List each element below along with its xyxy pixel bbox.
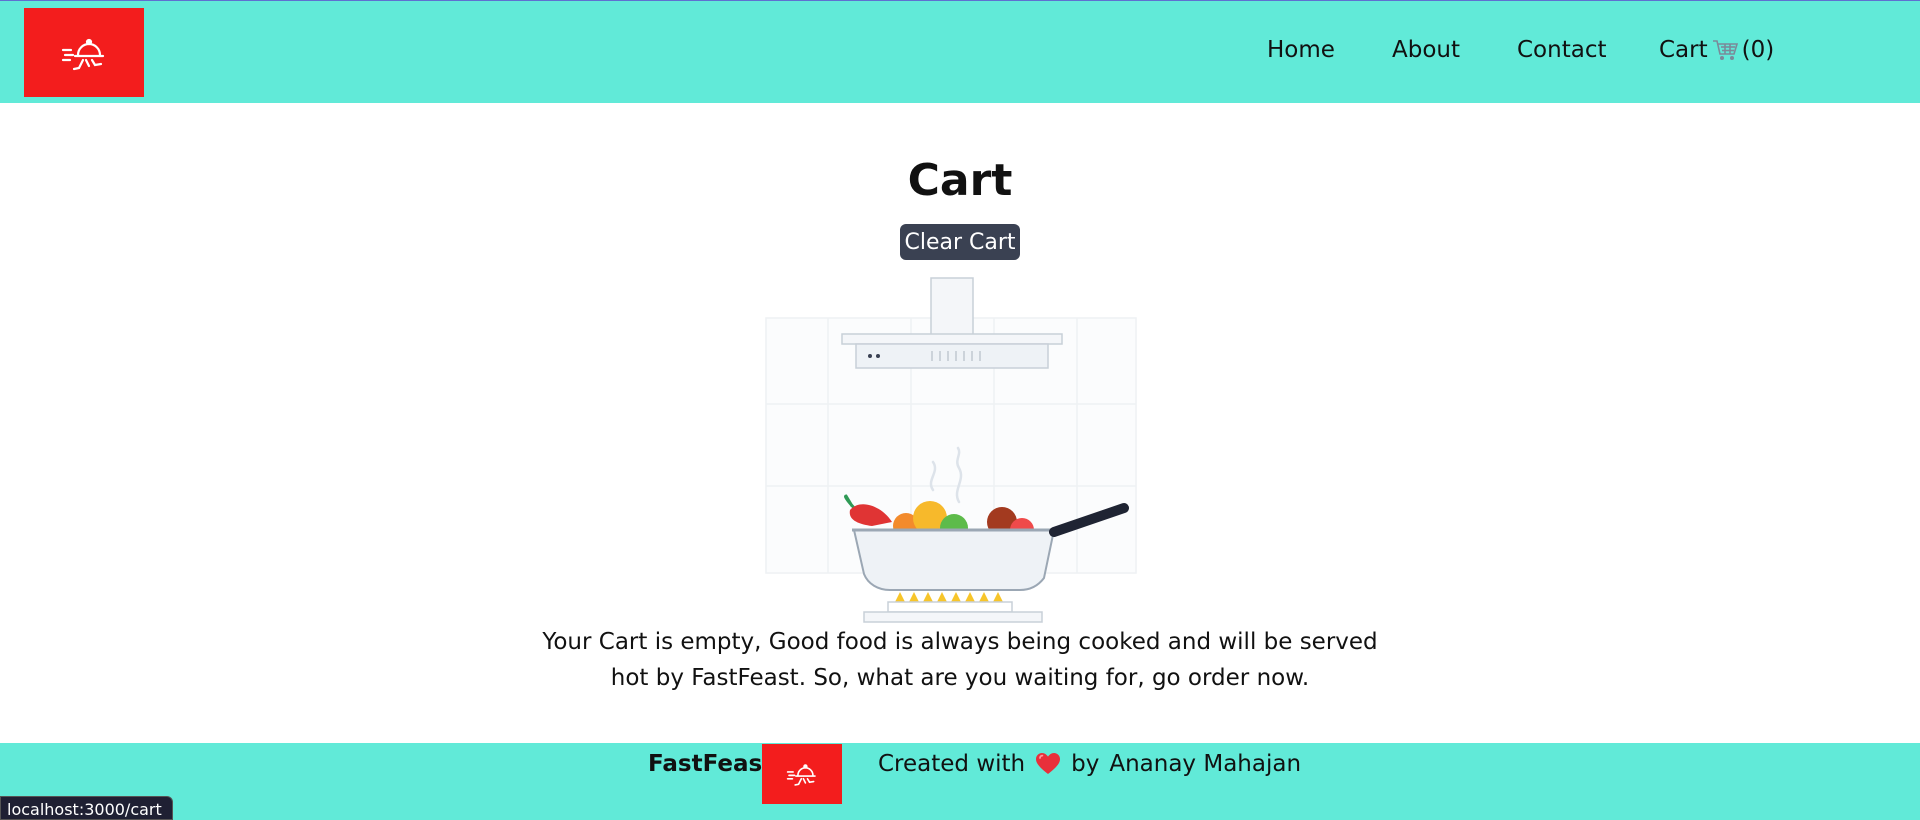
cooking-pan-on-stove-illustration	[765, 277, 1137, 623]
footer: FastFeast Created with by Ananay Mahajan	[0, 743, 1920, 820]
footer-logo	[762, 744, 842, 804]
footer-brand: FastFeast	[648, 751, 774, 777]
empty-cart-message: Your Cart is empty, Good food is always …	[542, 629, 1378, 691]
cart-count: (0)	[1741, 37, 1775, 63]
nav-link-cart[interactable]: Cart (0)	[1659, 37, 1774, 63]
by-label: by	[1071, 751, 1100, 777]
author-name: Ananay Mahajan	[1109, 751, 1302, 777]
clear-cart-button[interactable]: Clear Cart	[900, 224, 1020, 260]
nav-link-home[interactable]: Home	[1267, 37, 1335, 63]
nav-cart-label: Cart	[1659, 37, 1708, 63]
created-with-label: Created with	[878, 751, 1026, 777]
shopping-cart-icon	[1712, 40, 1738, 60]
footer-credit: Created with by Ananay Mahajan	[878, 751, 1301, 777]
delivery-runner-cloche-icon	[61, 38, 105, 70]
delivery-runner-cloche-icon	[786, 764, 816, 786]
nav-link-about[interactable]: About	[1392, 37, 1460, 63]
browser-status-url: localhost:3000/cart	[0, 796, 173, 820]
nav-link-contact[interactable]: Contact	[1517, 37, 1606, 63]
top-navbar: Home About Contact Cart (0)	[0, 0, 1920, 103]
page-title: Cart	[907, 155, 1013, 206]
heart-icon	[1036, 753, 1061, 774]
app-logo[interactable]	[24, 8, 144, 97]
